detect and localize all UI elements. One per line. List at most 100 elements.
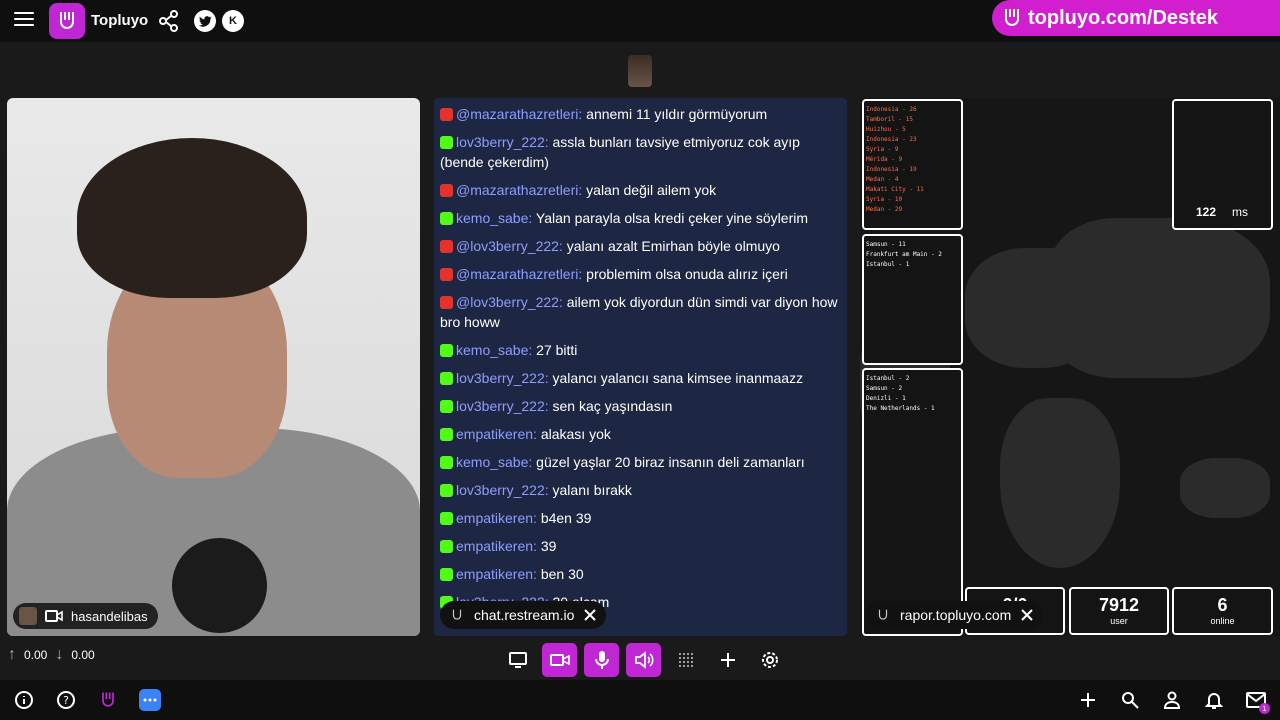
location-row: Samsun - 2	[866, 385, 903, 392]
chat-username[interactable]: @mazarathazretleri:	[456, 266, 582, 282]
chat-text: 27 bitti	[536, 342, 578, 358]
network-stats: ↑ 0.00 ↓ 0.00	[8, 646, 95, 664]
share-icon[interactable]	[158, 10, 180, 32]
camera-video[interactable]	[7, 98, 420, 636]
stat-online: 6 online	[1172, 587, 1273, 635]
chat-username[interactable]: @lov3berry_222:	[456, 238, 563, 254]
top-bar: Topluyo K topluyo.com/Destek	[0, 0, 1280, 42]
location-row: Samsun - 11	[866, 241, 906, 248]
chat-message: lov3berry_222: yalanı bırakk	[440, 480, 841, 500]
search-icon[interactable]	[1119, 689, 1141, 711]
stat-online-label: online	[1210, 616, 1235, 626]
kick-icon	[440, 568, 453, 581]
close-icon[interactable]	[1021, 609, 1034, 621]
chat-message: @mazarathazretleri: problemim olsa onuda…	[440, 264, 841, 284]
grid-button[interactable]	[668, 643, 703, 677]
chat-username[interactable]: @lov3berry_222:	[456, 294, 563, 310]
chat-username[interactable]: lov3berry_222:	[456, 398, 549, 414]
support-banner[interactable]: topluyo.com/Destek	[992, 0, 1280, 36]
location-row: Indonesia - 26	[866, 106, 917, 113]
chat-username[interactable]: kemo_sabe:	[456, 210, 532, 226]
location-list-3: Istanbul - 2 Samsun - 2 Denizli - 1 The Net…	[862, 368, 963, 636]
location-row: Syria - 10	[866, 196, 903, 203]
chat-username[interactable]: lov3berry_222:	[456, 134, 549, 150]
chat-message: empatikeren: 39	[440, 536, 841, 556]
topluyo-logo[interactable]	[49, 3, 85, 39]
chat-text: sen kaç yaşındasın	[552, 398, 673, 414]
chat-panel[interactable]: @mazarathazretleri: annemi 11 yıldır gör…	[434, 98, 847, 636]
screen-share-button[interactable]	[500, 643, 535, 677]
chat-message: empatikeren: alakası yok	[440, 424, 841, 444]
topluyo-logo-icon[interactable]	[97, 689, 119, 711]
ping-panel: 122 ms	[1172, 99, 1273, 230]
stat-online-value: 6	[1217, 595, 1228, 615]
settings-button[interactable]	[752, 643, 787, 677]
kick-icon	[440, 512, 453, 525]
chat-text: b4en 39	[540, 510, 592, 526]
add-button[interactable]	[710, 643, 745, 677]
upload-speed: 0.00	[24, 648, 48, 662]
chat-username[interactable]: empatikeren:	[456, 538, 537, 554]
mail-badge: 1	[1259, 703, 1270, 714]
chat-username[interactable]: @mazarathazretleri:	[456, 182, 582, 198]
microphone-button[interactable]	[584, 643, 619, 677]
chat-text: yalanı azalt Emirhan böyle olmuyo	[566, 238, 780, 254]
chat-username[interactable]: empatikeren:	[456, 510, 537, 526]
twitter-icon[interactable]	[194, 10, 216, 32]
chat-message: empatikeren: ben 30	[440, 564, 841, 584]
location-row: Istanbul - 2	[866, 375, 910, 382]
kick-icon	[440, 484, 453, 497]
chat-text: güzel yaşlar 20 biraz insanın deli zaman…	[536, 454, 805, 470]
download-speed: 0.00	[71, 648, 95, 662]
location-row: Indonesia - 19	[866, 166, 917, 173]
video-user-tag[interactable]: hasandelibas	[13, 603, 158, 629]
chat-text: ben 30	[540, 566, 584, 582]
chat-message: @lov3berry_222: ailem yok diyordun dün s…	[440, 292, 841, 332]
chat-text: yalancı yalancıı sana kimsee inanmaazz	[552, 370, 804, 386]
info-icon[interactable]	[13, 689, 35, 711]
chat-username[interactable]: empatikeren:	[456, 426, 537, 442]
chat-username[interactable]: @mazarathazretleri:	[456, 106, 582, 122]
kick-icon	[440, 400, 453, 413]
stat-users: 7912 user	[1069, 587, 1169, 635]
youtube-icon	[440, 240, 453, 253]
chat-text: 39	[540, 538, 557, 554]
location-row: Makati City - 11	[866, 186, 924, 193]
mail-icon[interactable]: 1	[1245, 689, 1270, 714]
chat-message: lov3berry_222: sen kaç yaşındasın	[440, 396, 841, 416]
location-row: Mérida - 9	[866, 156, 903, 163]
location-row: Denizli - 1	[866, 395, 906, 402]
chat-username[interactable]: lov3berry_222:	[456, 482, 549, 498]
map-source-url: rapor.topluyo.com	[900, 607, 1012, 623]
location-row: Tamboril - 15	[866, 116, 913, 123]
bell-icon[interactable]	[1203, 689, 1225, 711]
media-controls	[500, 643, 787, 677]
close-icon[interactable]	[584, 609, 597, 621]
speaker-button[interactable]	[626, 643, 661, 677]
chat-username[interactable]: kemo_sabe:	[456, 454, 532, 470]
support-link[interactable]: topluyo.com/Destek	[1028, 7, 1218, 30]
chat-username[interactable]: lov3berry_222:	[456, 370, 549, 386]
location-row: Frankfurt am Main - 2	[866, 251, 942, 258]
kick-icon	[440, 456, 453, 469]
streamer-avatar[interactable]	[628, 55, 652, 87]
camera-button[interactable]	[542, 643, 577, 677]
kick-icon[interactable]: K	[222, 10, 244, 32]
chat-source-tag[interactable]: chat.restream.io	[440, 601, 607, 629]
app-name[interactable]: Topluyo	[91, 12, 148, 29]
ping-unit: ms	[1232, 205, 1248, 219]
upload-icon: ↑	[8, 646, 16, 663]
location-list-1[interactable]: Indonesia - 26 Tamboril - 15 Huizhou - 5 In…	[862, 99, 963, 230]
chat-bubble-icon[interactable]	[139, 689, 161, 711]
location-list-2: Samsun - 11 Frankfurt am Main - 2 Istanbul…	[862, 234, 963, 365]
menu-icon[interactable]	[14, 12, 34, 28]
kick-icon	[440, 212, 453, 225]
chat-username[interactable]: kemo_sabe:	[456, 342, 532, 358]
chat-username[interactable]: empatikeren:	[456, 566, 537, 582]
add-icon[interactable]	[1077, 689, 1099, 711]
user-icon[interactable]	[1161, 689, 1183, 711]
map-source-tag[interactable]: rapor.topluyo.com	[866, 601, 1044, 629]
chat-message: @lov3berry_222: yalanı azalt Emirhan böy…	[440, 236, 841, 256]
chat-message: kemo_sabe: 27 bitti	[440, 340, 841, 360]
help-icon[interactable]: ?	[55, 689, 77, 711]
